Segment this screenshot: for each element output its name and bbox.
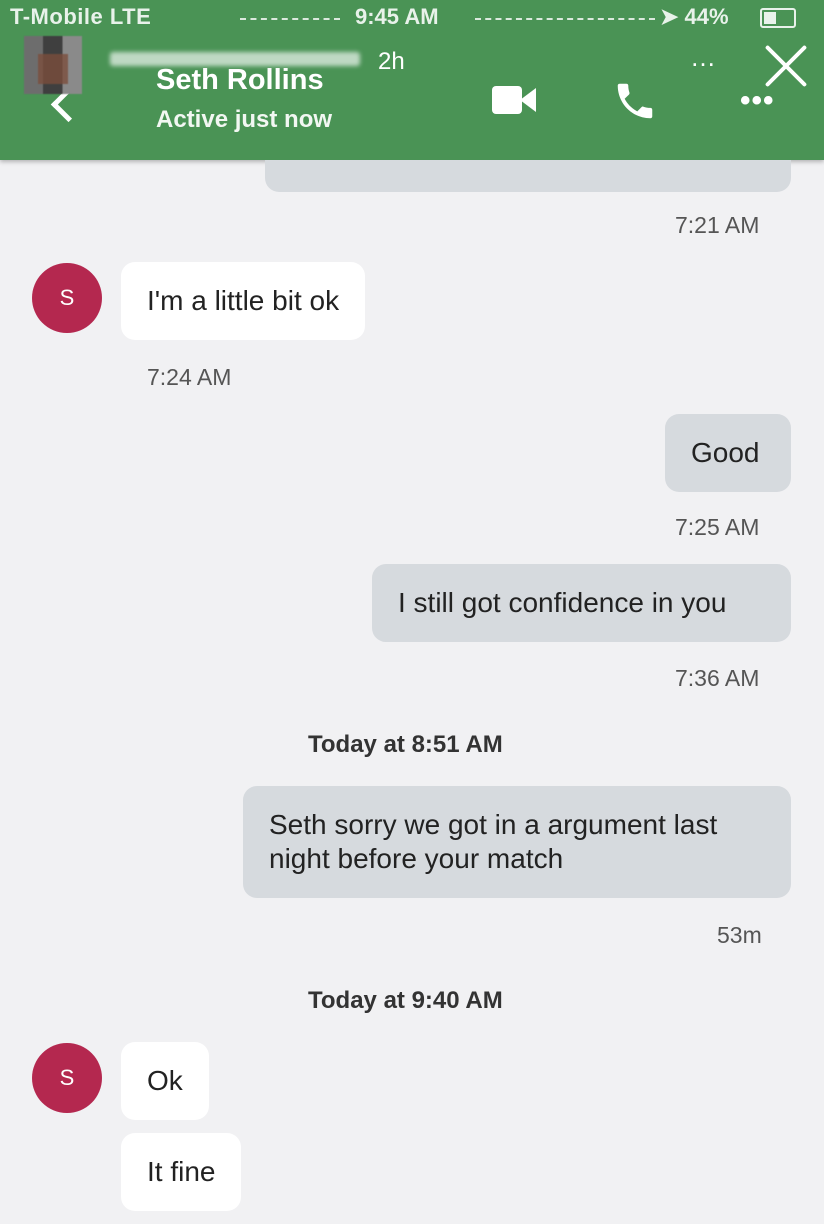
contact-avatar[interactable]: S bbox=[32, 263, 102, 333]
message-time: 7:24 AM bbox=[147, 364, 232, 390]
contact-active-status: Active just now bbox=[156, 106, 333, 133]
battery-percentage: ➤ 44% bbox=[660, 4, 729, 29]
outgoing-message[interactable]: I still got confidence in you bbox=[372, 564, 791, 642]
incoming-message[interactable]: It fine bbox=[121, 1133, 242, 1211]
clock: 9:45 AM bbox=[355, 4, 439, 29]
incoming-message[interactable]: Ok bbox=[121, 1042, 209, 1120]
story-age: 2h bbox=[378, 48, 405, 75]
status-divider bbox=[240, 18, 340, 20]
outgoing-message[interactable] bbox=[265, 160, 791, 192]
story-more-icon[interactable]: … bbox=[690, 42, 718, 73]
close-icon[interactable] bbox=[762, 42, 810, 90]
outgoing-message[interactable]: Good bbox=[665, 414, 791, 492]
message-time: 7:36 AM bbox=[675, 665, 760, 691]
status-divider bbox=[475, 18, 655, 20]
message-time: 7:25 AM bbox=[675, 514, 760, 540]
story-avatar[interactable] bbox=[24, 36, 82, 94]
date-divider: Today at 8:51 AM bbox=[308, 731, 503, 758]
message-time: 53m bbox=[717, 922, 762, 948]
date-divider: Today at 9:40 AM bbox=[308, 987, 503, 1014]
video-call-icon[interactable] bbox=[492, 86, 538, 114]
outgoing-message[interactable]: Seth sorry we got in a argument last nig… bbox=[243, 786, 791, 898]
status-bar: T-Mobile LTE 9:45 AM ➤ 44% bbox=[0, 0, 824, 36]
incoming-message[interactable]: I'm a little bit ok bbox=[121, 262, 366, 340]
story-overlay: 2h … bbox=[0, 36, 824, 94]
carrier-label: T-Mobile LTE bbox=[10, 4, 152, 29]
battery-icon bbox=[760, 8, 796, 28]
story-username-blurred[interactable] bbox=[110, 52, 360, 66]
contact-avatar[interactable]: S bbox=[32, 1043, 102, 1113]
message-time: 7:21 AM bbox=[675, 212, 760, 238]
